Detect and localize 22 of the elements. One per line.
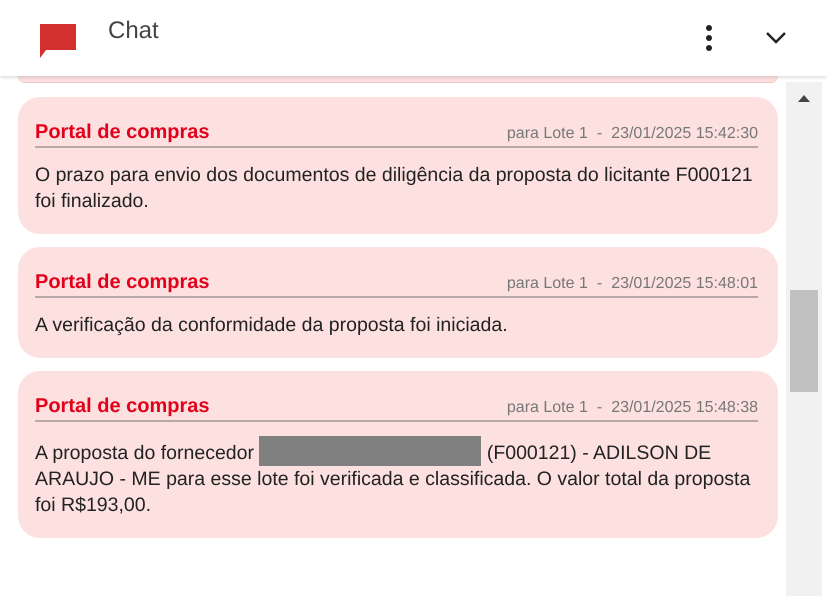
message-sender: Portal de compras <box>35 395 211 418</box>
message-sender: Portal de compras <box>35 121 211 144</box>
chat-icon <box>40 24 76 58</box>
message-text: A proposta do fornecedor (F000121) - ADILSON DE ARAUJO - ME para esse lote foi verificada e classificada. O valor total da proposta foi R$193,00. <box>35 436 758 518</box>
more-options-icon[interactable] <box>705 24 713 52</box>
message-text: O prazo para envio dos documentos de diligência da proposta do licitante F000121 foi finalizado. <box>35 163 754 214</box>
message-time: 23/01/2025 15:48:01 <box>611 275 758 293</box>
message-time: 23/01/2025 15:48:38 <box>611 399 758 417</box>
message-target: para Lote 1 <box>506 125 588 143</box>
panel-title: Chat <box>108 17 160 45</box>
message-target: para Lote 1 <box>506 399 588 417</box>
collapse-chevron-icon[interactable] <box>765 31 787 45</box>
message-target: para Lote 1 <box>506 275 588 293</box>
message-text: A verificação da conformidade da proposta foi iniciada. <box>35 313 509 338</box>
scrollbar-track[interactable] <box>786 82 822 596</box>
meta-separator: - <box>596 399 602 417</box>
scroll-up-icon[interactable] <box>797 94 811 102</box>
meta-separator: - <box>596 275 602 293</box>
message-sender: Portal de compras <box>35 271 211 294</box>
meta-separator: - <box>596 125 602 143</box>
message-time: 23/01/2025 15:42:30 <box>611 125 758 143</box>
scrollbar-thumb[interactable] <box>790 290 818 392</box>
